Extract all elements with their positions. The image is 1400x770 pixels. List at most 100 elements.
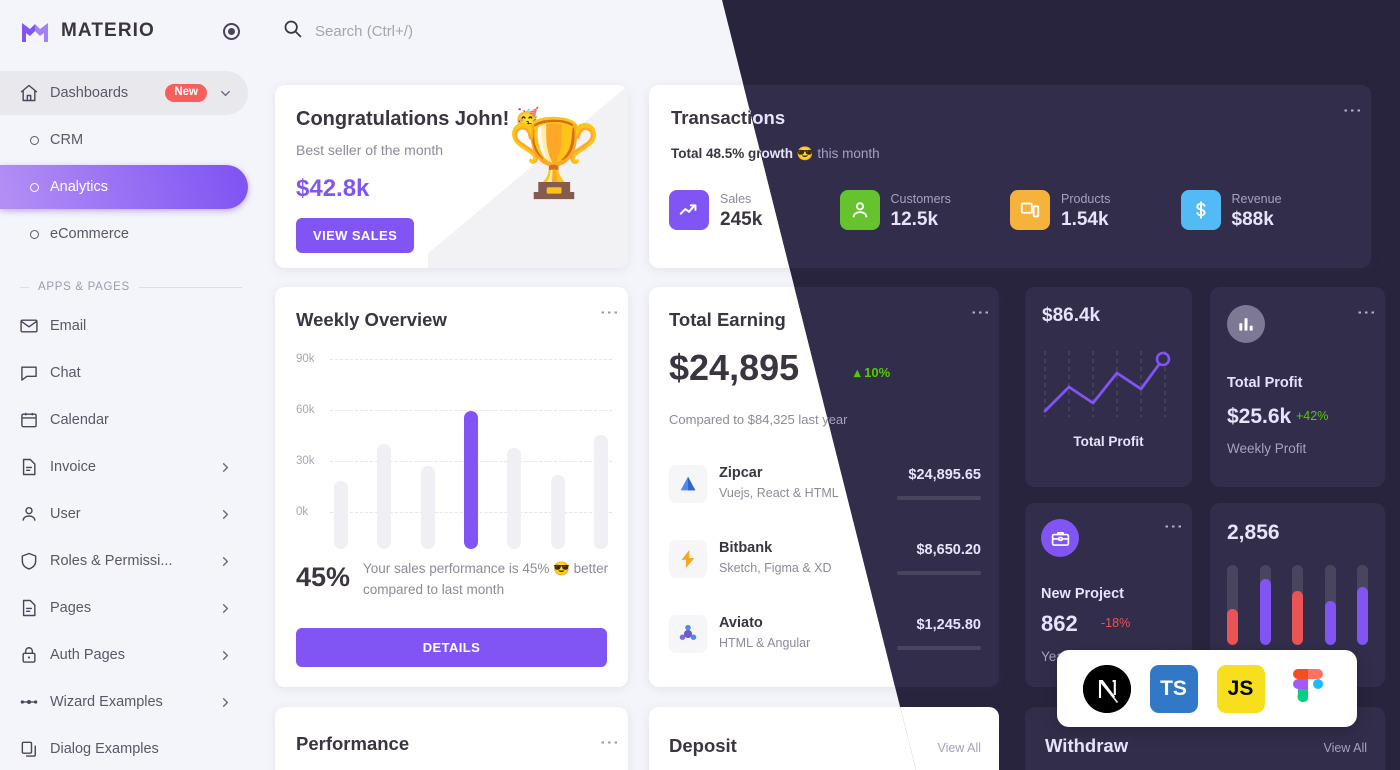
bar-fr (507, 448, 522, 549)
sidebar-item-crm[interactable]: CRM (0, 118, 248, 162)
chat-icon (18, 363, 39, 384)
chevron-right-icon (218, 507, 233, 522)
stat-label: Products (1061, 192, 1111, 206)
typescript-logo[interactable]: TS (1149, 664, 1198, 713)
sidebar-item-label: Analytics (50, 179, 109, 195)
notification-dot (1315, 17, 1324, 27)
earning-row-bitbank: Bitbank Sketch, Figma & XD $8,650.20 (669, 540, 981, 588)
earning-name: Aviato (719, 615, 763, 631)
sidebar-item-roles-permissions[interactable]: Roles & Permissi... (0, 539, 248, 583)
sidebar-item-email[interactable]: Email (0, 304, 248, 348)
copy-icon (18, 739, 39, 760)
triangle-up-icon: ▴ (854, 365, 861, 380)
earning-money: $24,895.65 (908, 467, 981, 483)
delta-value: 10% (864, 365, 891, 380)
total-earning-menu-icon[interactable]: ⋮ (969, 303, 990, 322)
section-apps-and-pages: APPS & PAGES (0, 259, 260, 301)
sidebar-item-analytics[interactable]: Analytics (0, 165, 248, 209)
sidebar: MATERIO Dashboards New CRM Analytics eCo… (0, 0, 260, 770)
weekly-bars (334, 384, 608, 549)
bar-we (420, 466, 435, 549)
trending-up-icon (669, 190, 709, 231)
weekly-overview-card: Weekly Overview ⋮ 90k 60k 30k 0k 45% You… (275, 287, 628, 687)
congratulations-card: Congratulations John! 🥳 Best seller of t… (275, 85, 628, 268)
view-sales-button[interactable]: VIEW SALES (296, 218, 415, 253)
sidebar-item-label: Chat (50, 365, 81, 381)
stat-value: 12.5k (890, 208, 939, 230)
sidebar-item-ecommerce[interactable]: eCommerce (0, 212, 248, 256)
earning-progress-track (897, 496, 981, 500)
earning-row-aviato: Aviato HTML & Angular $1,245.80 (669, 615, 981, 663)
performance-card: Performance ⋮ (275, 707, 628, 770)
brand-header: MATERIO (0, 0, 260, 62)
chevron-right-icon (218, 460, 233, 475)
bar-tu (377, 444, 392, 549)
sidebar-item-pages[interactable]: Pages (0, 586, 248, 630)
sidebar-item-auth-pages[interactable]: Auth Pages (0, 633, 248, 677)
transactions-card: Transactions ⋮ Total 48.5% growth 😎 this… (649, 85, 1371, 268)
search-input[interactable]: Search (Ctrl+/) (315, 23, 413, 40)
earning-name: Zipcar (719, 465, 763, 481)
top-navbar: Search (Ctrl+/) (260, 0, 1400, 62)
sun-icon[interactable] (1217, 19, 1242, 44)
transactions-stats: Sales 245k Customers 12.5k Products 1.54… (669, 190, 1351, 231)
home-icon (18, 83, 39, 104)
sidebar-item-label: Dialog Examples (50, 741, 159, 757)
figma-logo[interactable] (1284, 665, 1332, 713)
details-button[interactable]: DETAILS (296, 628, 607, 667)
stat-label: Revenue (1231, 192, 1282, 206)
nextjs-logo[interactable] (1082, 664, 1131, 713)
transactions-menu-icon[interactable]: ⋮ (1341, 101, 1362, 120)
sidebar-item-dashboards[interactable]: Dashboards New (0, 71, 248, 115)
sidebar-item-chat[interactable]: Chat (0, 351, 248, 395)
bar-sa (550, 475, 565, 549)
earning-progress-track (897, 571, 981, 575)
chevron-right-icon (218, 695, 233, 710)
performance-menu-icon[interactable]: ⋮ (598, 733, 619, 752)
mail-icon (18, 316, 39, 337)
sidebar-item-user[interactable]: User (0, 492, 248, 536)
stat-value: $88k (1231, 208, 1274, 230)
search-bar[interactable]: Search (Ctrl+/) (282, 18, 1177, 44)
bar-su (593, 435, 608, 549)
grid-apps-icon[interactable] (1257, 19, 1282, 44)
brand-name: MATERIO (61, 20, 155, 41)
user-avatar[interactable] (1337, 11, 1377, 51)
sidebar-item-wizard-examples[interactable]: Wizard Examples (0, 680, 248, 724)
bitbank-logo (669, 540, 707, 578)
user-icon (18, 504, 39, 525)
circle-outline-icon (30, 135, 39, 145)
stat-label: Sales (720, 192, 752, 206)
javascript-logo[interactable]: JS (1216, 664, 1265, 713)
growth-emoji: 😎 (796, 146, 814, 161)
transactions-subtitle: Total 48.5% growth 😎 this month (671, 146, 880, 162)
deposit-title: Deposit (669, 735, 737, 756)
account-icon (839, 190, 880, 231)
search-icon (282, 18, 303, 44)
sidebar-nav: Dashboards New CRM Analytics eCommerce A… (0, 62, 260, 770)
sidebar-item-calendar[interactable]: Calendar (0, 398, 248, 442)
dots-line-icon (18, 692, 39, 713)
file-text-icon (18, 457, 39, 478)
sidebar-item-label: Email (50, 318, 87, 334)
translate-icon[interactable] (1177, 19, 1202, 44)
sidebar-item-label: eCommerce (50, 226, 129, 242)
sidebar-item-label: Roles & Permissi... (50, 553, 173, 569)
section-label: APPS & PAGES (38, 281, 130, 293)
transactions-title: Transactions (671, 107, 786, 128)
stat-value: 1.54k (1061, 208, 1109, 230)
devices-icon (1010, 190, 1050, 231)
sidebar-item-label: CRM (50, 132, 84, 148)
deposit-view-all-link[interactable]: View All (937, 741, 981, 755)
sidebar-item-invoice[interactable]: Invoice (0, 445, 248, 489)
bell-icon[interactable] (1297, 17, 1324, 44)
chevron-right-icon (218, 601, 233, 616)
total-earning-compared: Compared to $84,325 last year (669, 412, 848, 427)
aviato-logo (669, 615, 707, 653)
sidebar-item-dialog-examples[interactable]: Dialog Examples (0, 727, 248, 770)
app-root: MATERIO Dashboards New CRM Analytics eCo… (0, 0, 1400, 770)
collapse-dot-icon[interactable] (223, 22, 240, 40)
weekly-overview-menu-icon[interactable]: ⋮ (598, 303, 619, 322)
stat-products: Products 1.54k (1010, 190, 1181, 231)
bar-th (463, 411, 478, 549)
